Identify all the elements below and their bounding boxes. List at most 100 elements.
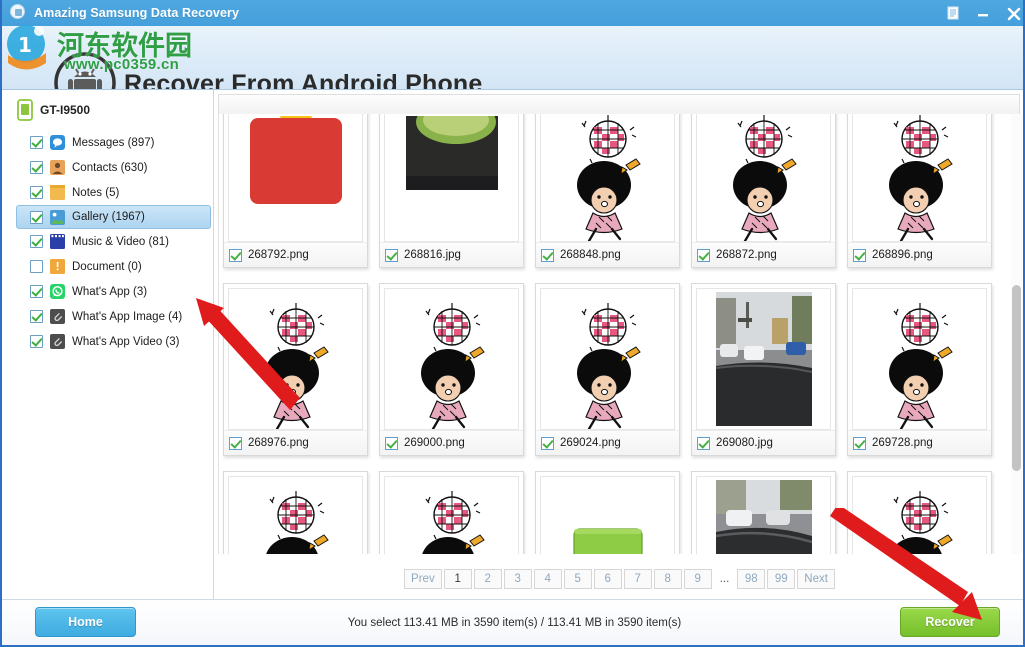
gallery-item[interactable]: 269776.png	[379, 471, 524, 554]
gallery-item-caption: 268848.png	[536, 242, 679, 267]
gallery-thumbnail[interactable]	[384, 288, 519, 430]
gallery-item-checkbox[interactable]	[697, 436, 710, 450]
checkbox-notes[interactable]	[30, 186, 43, 199]
sidebar-item-label: What's App (3)	[72, 285, 148, 298]
vertical-scrollbar[interactable]	[1011, 114, 1022, 554]
gallery-item-checkbox[interactable]	[541, 436, 554, 450]
gallery-item[interactable]: 268872.png	[691, 114, 836, 268]
gallery-thumbnail[interactable]	[228, 476, 363, 554]
checkbox-gallery[interactable]	[30, 210, 43, 224]
gallery-item-checkbox[interactable]	[229, 248, 242, 262]
sidebar-item-gallery[interactable]: Gallery (1967)	[16, 205, 211, 229]
gallery-item-name: 268976.png	[248, 437, 309, 449]
gallery-item-name: 268896.png	[872, 249, 933, 261]
sidebar-item-messages[interactable]: Messages (897)	[17, 130, 213, 155]
gallery-thumbnail[interactable]	[852, 476, 987, 554]
sidebar-item-whatsapp[interactable]: What's App (3)	[17, 279, 213, 304]
checkbox-messages[interactable]	[30, 136, 43, 149]
gallery-item[interactable]: 268792.png	[223, 114, 368, 268]
pagination-page-99[interactable]: 99	[767, 569, 796, 589]
pagination-next[interactable]: Next	[797, 569, 835, 589]
sidebar-item-whatsapp-video[interactable]: What's App Video (3)	[17, 329, 213, 354]
gallery-thumbnail[interactable]	[228, 114, 363, 242]
gallery-item-checkbox[interactable]	[853, 436, 866, 450]
content-toolbar	[218, 94, 1020, 114]
gallery-thumbnail[interactable]	[540, 114, 675, 242]
sidebar-item-label: Gallery (1967)	[72, 211, 145, 223]
window-controls	[945, 0, 1021, 26]
pagination-page-98[interactable]: 98	[737, 569, 766, 589]
gallery-item[interactable]: 268896.png	[847, 114, 992, 268]
gallery-item-name: 268848.png	[560, 249, 621, 261]
close-icon[interactable]	[1005, 5, 1021, 21]
pagination-page-1[interactable]: 1	[443, 569, 472, 589]
gallery-thumbnail[interactable]	[540, 476, 675, 554]
home-button[interactable]: Home	[35, 607, 136, 637]
pagination-page-5[interactable]: 5	[563, 569, 592, 589]
gallery-thumbnail[interactable]	[852, 114, 987, 242]
gallery-item-checkbox[interactable]	[385, 436, 398, 450]
checkbox-whatsapp-video[interactable]	[30, 335, 43, 348]
disco-dancer-art	[889, 491, 953, 554]
gallery-item-name: 269024.png	[560, 437, 621, 449]
gallery-item-name: 268792.png	[248, 249, 309, 261]
pagination-page-8[interactable]: 8	[653, 569, 682, 589]
pagination-page-7[interactable]: 7	[623, 569, 652, 589]
gallery-item-checkbox[interactable]	[385, 248, 398, 262]
pagination-prev[interactable]: Prev	[404, 569, 442, 589]
sidebar-item-document[interactable]: Document (0)	[17, 254, 213, 279]
pagination-page-4[interactable]: 4	[533, 569, 562, 589]
checkbox-document[interactable]	[30, 260, 43, 273]
gallery-item[interactable]: 270280.jpg	[691, 471, 836, 554]
title-bar: Amazing Samsung Data Recovery	[2, 0, 1023, 26]
sidebar-item-notes[interactable]: Notes (5)	[17, 180, 213, 205]
gallery-item[interactable]: 269000.png	[379, 283, 524, 456]
checkbox-music-video[interactable]	[30, 235, 43, 248]
gallery-item[interactable]: 269816.png	[535, 471, 680, 554]
gallery-item-caption: 268816.jpg	[380, 242, 523, 267]
gallery-item-checkbox[interactable]	[229, 436, 242, 450]
gallery-thumbnail[interactable]	[384, 114, 519, 242]
pagination-page-6[interactable]: 6	[593, 569, 622, 589]
gallery-item[interactable]: 268848.png	[535, 114, 680, 268]
gallery-thumbnail[interactable]	[540, 288, 675, 430]
photo-green-bowl-art	[389, 116, 514, 226]
gallery-item-caption: 268872.png	[692, 242, 835, 267]
gallery-item[interactable]: 269080.jpg	[691, 283, 836, 456]
recover-button[interactable]: Recover	[900, 607, 1000, 637]
minimize-icon[interactable]	[975, 5, 991, 21]
pagination-page-2[interactable]: 2	[473, 569, 502, 589]
register-icon[interactable]	[945, 5, 961, 21]
gallery-item[interactable]: 268816.jpg	[379, 114, 524, 268]
checkbox-contacts[interactable]	[30, 161, 43, 174]
gallery-item[interactable]: 269728.png	[847, 283, 992, 456]
gallery-thumbnail[interactable]	[852, 288, 987, 430]
gallery-thumbnail[interactable]	[228, 288, 363, 430]
sidebar-item-whatsapp-image[interactable]: What's App Image (4)	[17, 304, 213, 329]
footer-bar: You select 113.41 MB in 3590 item(s) / 1…	[2, 599, 1023, 645]
pagination-page-3[interactable]: 3	[503, 569, 532, 589]
sidebar-item-music-video[interactable]: Music & Video (81)	[17, 229, 213, 254]
gallery-icon	[50, 209, 65, 225]
pagination-page-9[interactable]: 9	[683, 569, 712, 589]
gallery-item[interactable]: 269752.png	[223, 471, 368, 554]
checkbox-whatsapp-image[interactable]	[30, 310, 43, 323]
gallery-item[interactable]: 269024.png	[535, 283, 680, 456]
gallery-item-caption: 269000.png	[380, 430, 523, 455]
sidebar-item-contacts[interactable]: Contacts (630)	[17, 155, 213, 180]
gallery-item[interactable]: 268976.png	[223, 283, 368, 456]
gallery-thumbnail[interactable]	[696, 288, 831, 430]
gallery-item-checkbox[interactable]	[853, 248, 866, 262]
gallery-item-name: 268816.jpg	[404, 249, 461, 261]
gallery-item-checkbox[interactable]	[541, 248, 554, 262]
gallery-item-name: 268872.png	[716, 249, 777, 261]
gallery-thumbnail[interactable]	[696, 476, 831, 554]
checkbox-whatsapp[interactable]	[30, 285, 43, 298]
gallery-thumbnail[interactable]	[384, 476, 519, 554]
gallery-thumbnail[interactable]	[696, 114, 831, 242]
scrollbar-thumb[interactable]	[1012, 285, 1021, 471]
gallery-item[interactable]: 270304.png	[847, 471, 992, 554]
gallery-item-checkbox[interactable]	[697, 248, 710, 262]
sidebar-item-label: Contacts (630)	[72, 161, 148, 174]
gallery-item-caption: 268792.png	[224, 242, 367, 267]
